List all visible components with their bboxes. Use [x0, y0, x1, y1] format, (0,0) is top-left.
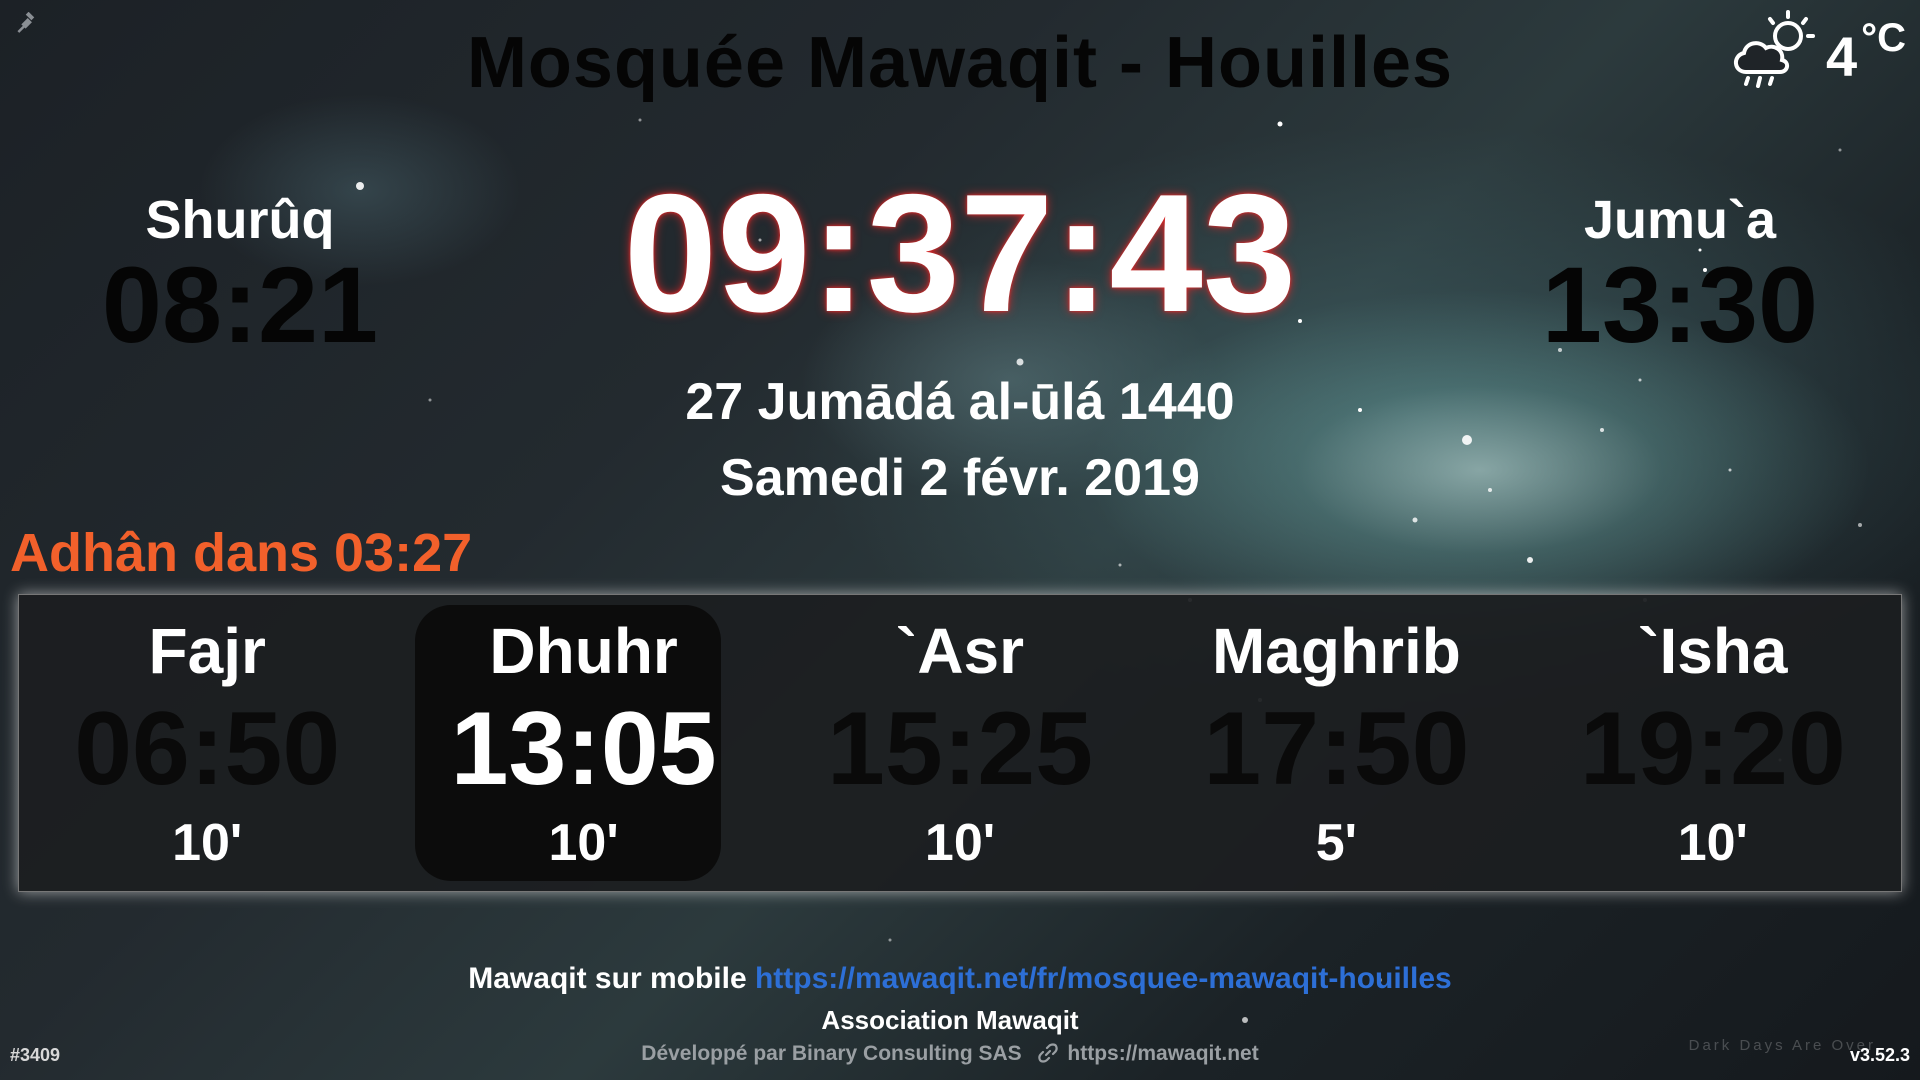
prayer-iqama: 10' [548, 814, 619, 872]
prayer-isha: `Isha 19:20 10' [1525, 595, 1901, 891]
prayer-dhuhr: Dhuhr 13:05 10' [395, 595, 771, 891]
site-link[interactable]: https://mawaqit.net [1067, 1042, 1258, 1065]
temperature-unit: °C [1861, 16, 1906, 60]
prayer-iqama: 10' [1677, 814, 1748, 872]
gregorian-date: Samedi 2 févr. 2019 [720, 449, 1200, 507]
prayer-iqama: 5' [1315, 814, 1358, 872]
prayer-times-panel: Fajr 06:50 10' Dhuhr 13:05 10' `Asr 15:2… [18, 594, 1902, 892]
prayer-name: Fajr [148, 615, 266, 687]
prayer-maghrib: Maghrib 17:50 5' [1148, 595, 1524, 891]
prayer-iqama: 10' [172, 814, 243, 872]
prayer-name: `Isha [1638, 615, 1788, 687]
prayer-fajr: Fajr 06:50 10' [19, 595, 395, 891]
wallpaper-watermark: Dark Days Are Over [1688, 1037, 1876, 1054]
weather-widget: 4 °C [1726, 6, 1906, 92]
current-time: 09:37:43 [623, 159, 1297, 347]
version-label: v3.52.3 [1849, 1045, 1910, 1065]
prayer-name: `Asr [896, 615, 1025, 687]
prayer-asr: `Asr 15:25 10' [772, 595, 1148, 891]
mobile-label: Mawaqit sur mobile [468, 962, 747, 995]
prayer-time: 19:20 [1579, 691, 1846, 807]
build-id: #3409 [10, 1045, 61, 1065]
adhan-countdown: Adhân dans 03:27 [10, 523, 473, 583]
mobile-info: Mawaqit sur mobile https://mawaqit.net/f… [0, 962, 1920, 996]
prayer-name: Dhuhr [489, 615, 678, 687]
hijri-date: 27 Jumādá al-ūlá 1440 [685, 373, 1235, 431]
link-icon [1037, 1043, 1058, 1063]
association-name: Association Mawaqit [821, 1005, 1079, 1035]
temperature: 4 °C [1825, 16, 1906, 89]
prayer-time: 15:25 [827, 691, 1094, 807]
mosque-title: Mosquée Mawaqit - Houilles [466, 23, 1454, 103]
temperature-value: 4 [1825, 25, 1858, 88]
prayer-time: 13:05 [450, 691, 717, 807]
developer-credit: Développé par Binary Consulting SAS [641, 1042, 1022, 1065]
prayer-name: Maghrib [1211, 615, 1461, 687]
developer-line: Développé par Binary Consulting SAS http… [0, 1042, 1900, 1066]
cloud-sun-rain-icon [1733, 10, 1815, 88]
prayer-time: 17:50 [1203, 691, 1470, 807]
prayer-iqama: 10' [924, 814, 996, 872]
mobile-link[interactable]: https://mawaqit.net/fr/mosquee-mawaqit-h… [755, 962, 1452, 995]
prayer-time: 06:50 [74, 691, 341, 807]
